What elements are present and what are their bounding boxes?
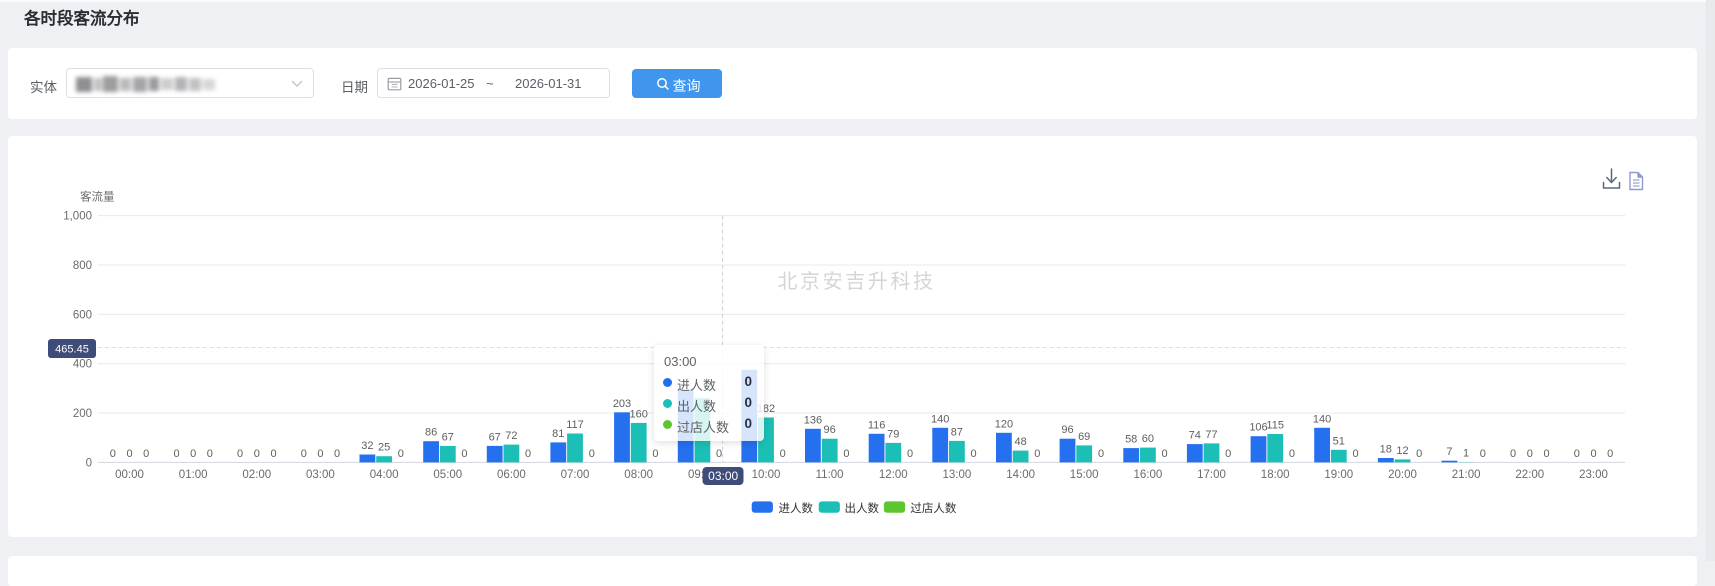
svg-text:进人数: 进人数 xyxy=(779,501,814,515)
svg-text:出人数: 出人数 xyxy=(845,501,880,515)
svg-text:过店人数: 过店人数 xyxy=(910,501,956,515)
